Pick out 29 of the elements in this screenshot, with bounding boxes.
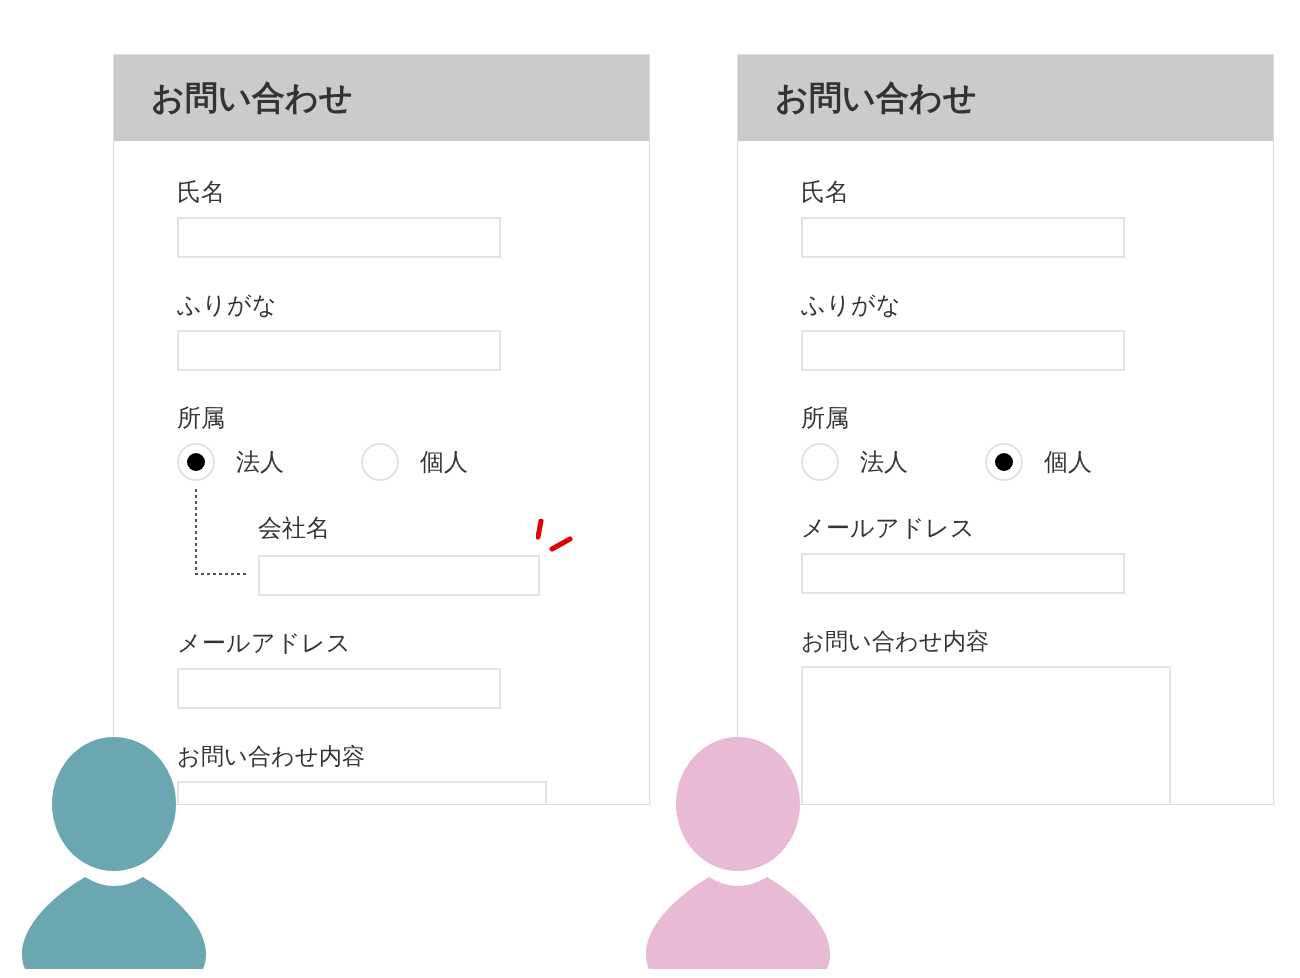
input-field[interactable] (177, 330, 501, 371)
field-label: メールアドレス (801, 513, 975, 543)
input-field[interactable] (258, 555, 540, 596)
message-field[interactable] (801, 666, 1171, 804)
form-title: お問い合わせ (151, 76, 353, 119)
form-title: お問い合わせ (775, 76, 977, 119)
field-label: 会社名 (258, 513, 330, 543)
radio-label: 個人 (420, 447, 468, 478)
radio-label: 法人 (236, 447, 284, 478)
field-label: ふりがな (801, 290, 901, 320)
field-label: お問い合わせ内容 (177, 742, 365, 771)
radio-button[interactable] (361, 443, 399, 481)
radio-button[interactable] (177, 443, 215, 481)
radio-button[interactable] (801, 443, 839, 481)
radio-label: 個人 (1044, 447, 1092, 478)
field-label: お問い合わせ内容 (801, 627, 989, 656)
input-field[interactable] (801, 553, 1125, 594)
radio-button[interactable] (985, 443, 1023, 481)
field-label: ふりがな (177, 290, 277, 320)
field-label: 所属 (177, 403, 225, 433)
field-label: 氏名 (801, 177, 849, 207)
input-field[interactable] (801, 217, 1125, 258)
field-label: 所属 (801, 403, 849, 433)
radio-label: 法人 (860, 447, 908, 478)
input-field[interactable] (177, 668, 501, 709)
input-field[interactable] (801, 330, 1125, 371)
field-label: メールアドレス (177, 628, 351, 658)
input-field[interactable] (177, 217, 501, 258)
field-label: 氏名 (177, 177, 225, 207)
